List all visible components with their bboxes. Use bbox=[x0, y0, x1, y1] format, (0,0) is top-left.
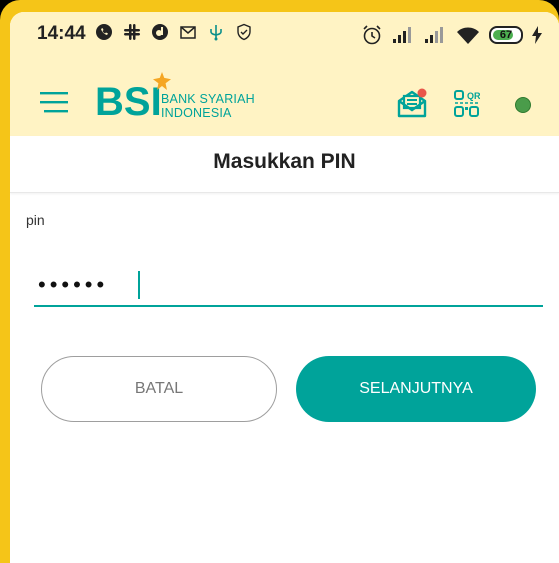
status-bar: 14:44 67 bbox=[10, 12, 559, 58]
app-screen: 14:44 67 BSI BANK SYARIAH INDONESIA QR M… bbox=[10, 12, 559, 563]
battery-level-text: 67 bbox=[499, 29, 513, 41]
bsi-logo: BSI BANK SYARIAH INDONESIA bbox=[95, 72, 295, 124]
next-button[interactable]: SELANJUTNYA bbox=[296, 356, 536, 422]
qr-code-icon[interactable]: QR bbox=[454, 90, 480, 118]
device-frame: 14:44 67 BSI BANK SYARIAH INDONESIA QR M… bbox=[0, 0, 559, 563]
connection-status-dot bbox=[515, 97, 531, 113]
page-header: Masukkan PIN bbox=[10, 136, 559, 193]
gmail-icon bbox=[180, 26, 196, 39]
logo-text: BSI bbox=[95, 80, 162, 124]
pin-input[interactable]: •••••• bbox=[34, 267, 543, 307]
status-time: 14:44 bbox=[37, 23, 86, 44]
slack-icon bbox=[124, 24, 140, 40]
text-cursor bbox=[138, 271, 140, 299]
notification-icons bbox=[95, 23, 253, 41]
dana-icon bbox=[152, 24, 168, 40]
usb-icon bbox=[210, 25, 222, 41]
star-icon bbox=[153, 72, 171, 90]
pin-label: pin bbox=[26, 212, 45, 228]
logo-subtitle-line1: BANK SYARIAH bbox=[161, 92, 255, 106]
inbox-icon[interactable] bbox=[396, 88, 428, 120]
wifi-icon bbox=[457, 27, 479, 44]
shield-icon bbox=[237, 23, 251, 41]
page-title: Masukkan PIN bbox=[213, 150, 356, 173]
charging-icon bbox=[532, 26, 542, 44]
pin-masked-value: •••••• bbox=[38, 272, 109, 297]
signal-icon bbox=[393, 27, 411, 43]
svg-text:QR: QR bbox=[467, 91, 480, 101]
system-icons: 67 bbox=[361, 24, 543, 46]
alarm-icon bbox=[363, 25, 381, 45]
battery-icon: 67 bbox=[489, 26, 523, 44]
whatsapp-icon bbox=[96, 24, 112, 40]
hamburger-menu-icon[interactable] bbox=[40, 90, 68, 114]
logo-subtitle-line2: INDONESIA bbox=[161, 106, 232, 120]
cancel-button[interactable]: BATAL bbox=[41, 356, 277, 422]
app-bar: BSI BANK SYARIAH INDONESIA QR bbox=[10, 58, 559, 136]
signal-icon bbox=[425, 27, 443, 43]
